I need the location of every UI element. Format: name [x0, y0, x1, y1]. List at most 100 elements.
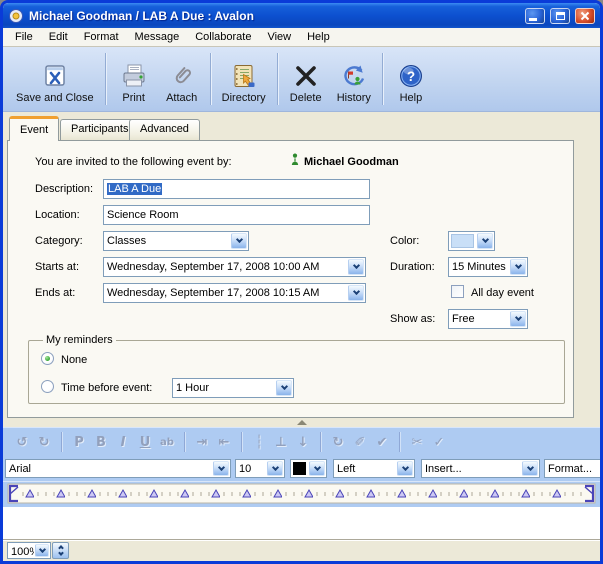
- format-dropdown[interactable]: Format...: [544, 459, 600, 478]
- main-toolbar: Save and Close Print A: [3, 47, 600, 112]
- print-button[interactable]: Print: [110, 50, 158, 108]
- pane-splitter[interactable]: [3, 418, 600, 427]
- location-label: Location:: [35, 209, 80, 221]
- zoom-spinner[interactable]: [52, 542, 69, 559]
- menu-bar: File Edit Format Message Collaborate Vie…: [3, 28, 600, 47]
- print-icon: [120, 59, 148, 89]
- find-markup-icon: ✂: [406, 435, 428, 450]
- insert-dropdown[interactable]: Insert...: [421, 459, 540, 478]
- save-and-close-button[interactable]: Save and Close: [9, 50, 101, 108]
- save-and-close-label: Save and Close: [16, 92, 94, 104]
- font-toolbar: Arial 10 Left Insert... Format...: [3, 456, 600, 481]
- reminder-time-dropdown[interactable]: 1 Hour: [172, 378, 294, 398]
- spell-check-icon: ✓: [428, 435, 450, 450]
- reminder-none-radio[interactable]: [41, 352, 54, 365]
- event-tab-page: You are invited to the following event b…: [7, 140, 574, 418]
- location-input[interactable]: Science Room: [103, 205, 370, 225]
- directory-label: Directory: [222, 92, 266, 104]
- menu-file[interactable]: File: [7, 28, 41, 46]
- spin-down-icon: [58, 550, 64, 556]
- application-window: Michael Goodman / LAB A Due : Avalon Fil…: [0, 0, 603, 564]
- maximize-button[interactable]: [550, 8, 570, 24]
- invited-by-text: You are invited to the following event b…: [35, 156, 232, 168]
- menu-edit[interactable]: Edit: [41, 28, 76, 46]
- show-as-dropdown[interactable]: Free: [448, 309, 528, 329]
- minimize-icon: [529, 18, 537, 21]
- description-input[interactable]: LAB A Due: [103, 179, 370, 199]
- zoom-value: 100%: [8, 543, 34, 558]
- splitter-handle-icon: [297, 420, 307, 425]
- window-icon[interactable]: [8, 8, 24, 24]
- description-label: Description:: [35, 183, 93, 195]
- address-book-icon: [230, 59, 258, 89]
- indent-less-icon: ⇤: [213, 435, 235, 450]
- duration-dropdown[interactable]: 15 Minutes: [448, 257, 528, 277]
- menu-collaborate[interactable]: Collaborate: [187, 28, 259, 46]
- font-size-dropdown[interactable]: 10: [235, 459, 285, 478]
- person-icon: [291, 153, 299, 171]
- chevron-down-icon: [510, 311, 526, 327]
- color-dropdown[interactable]: [448, 231, 495, 251]
- print-label: Print: [122, 92, 145, 104]
- tab-stop-icon: ┆: [248, 435, 270, 450]
- directory-button[interactable]: Directory: [215, 50, 273, 108]
- ends-at-label: Ends at:: [35, 287, 75, 299]
- tab-participants[interactable]: Participants: [60, 119, 139, 140]
- chevron-down-icon: [267, 461, 283, 476]
- all-day-checkbox[interactable]: [451, 285, 464, 298]
- duration-value: 15 Minutes: [449, 258, 509, 276]
- pen-icon: ✐: [349, 435, 371, 450]
- my-reminders-group: My reminders None Time before event: 1 H…: [28, 334, 565, 404]
- tab-event[interactable]: Event: [9, 116, 59, 141]
- show-as-value: Free: [449, 310, 509, 328]
- help-button[interactable]: ? Help: [387, 50, 435, 108]
- toolbar-separator: [184, 432, 185, 452]
- category-dropdown[interactable]: Classes: [103, 231, 249, 251]
- zoom-dropdown[interactable]: 100%: [7, 542, 51, 559]
- menu-format[interactable]: Format: [76, 28, 127, 46]
- format-toolbar: ↺ ↻ P B I U ab ⇥ ⇤ ┆ ⊥ ↓ ↻ ✐ ✔ ✂ ✓: [3, 427, 600, 456]
- minimize-button[interactable]: [525, 8, 545, 24]
- ruler[interactable]: [3, 481, 600, 507]
- close-button[interactable]: [575, 8, 595, 24]
- location-value: Science Room: [107, 209, 179, 221]
- ends-at-dropdown[interactable]: Wednesday, September 17, 2008 10:15 AM: [103, 283, 366, 303]
- starts-at-dropdown[interactable]: Wednesday, September 17, 2008 10:00 AM: [103, 257, 366, 277]
- help-icon: ?: [398, 59, 424, 89]
- indent-more-icon: ⇥: [191, 435, 213, 450]
- attach-label: Attach: [166, 92, 197, 104]
- ends-at-value: Wednesday, September 17, 2008 10:15 AM: [104, 284, 347, 302]
- delete-label: Delete: [290, 92, 322, 104]
- chevron-down-icon: [213, 461, 229, 476]
- close-icon: [580, 11, 590, 21]
- reminder-none-label: None: [61, 354, 87, 366]
- delete-button[interactable]: Delete: [282, 50, 330, 108]
- reminder-time-value: 1 Hour: [173, 379, 275, 397]
- tab-strip: Event Participants Advanced: [3, 112, 600, 140]
- reminder-time-label: Time before event:: [61, 382, 152, 394]
- message-body[interactable]: [3, 507, 600, 539]
- category-value: Classes: [104, 232, 230, 250]
- show-as-label: Show as:: [390, 313, 435, 325]
- chevron-down-icon: [522, 461, 538, 476]
- menu-message[interactable]: Message: [127, 28, 188, 46]
- chevron-down-icon: [510, 259, 526, 275]
- attach-button[interactable]: Attach: [158, 50, 206, 108]
- format-value: Format...: [545, 460, 600, 477]
- status-bar: 100%: [3, 539, 600, 561]
- toolbar-separator: [61, 432, 62, 452]
- undo-icon: ↺: [11, 435, 33, 450]
- tab-advanced[interactable]: Advanced: [129, 119, 200, 140]
- reminder-time-radio[interactable]: [41, 380, 54, 393]
- redo-icon: ↻: [33, 435, 55, 450]
- font-family-dropdown[interactable]: Arial: [5, 459, 231, 478]
- save-and-close-icon: [42, 59, 68, 89]
- history-button[interactable]: History: [330, 50, 378, 108]
- menu-view[interactable]: View: [259, 28, 299, 46]
- chevron-down-icon: [348, 259, 364, 275]
- insert-value: Insert...: [422, 460, 521, 477]
- menu-help[interactable]: Help: [299, 28, 338, 46]
- history-label: History: [337, 92, 371, 104]
- alignment-dropdown[interactable]: Left: [333, 459, 415, 478]
- text-color-dropdown[interactable]: [290, 459, 327, 478]
